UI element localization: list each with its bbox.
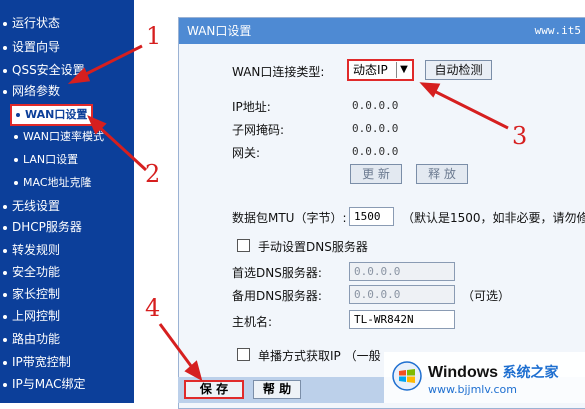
sidebar-item-wizard[interactable]: 设置向导 <box>0 37 60 57</box>
bullet-icon <box>14 158 18 162</box>
renew-button[interactable]: 更 新 <box>350 164 402 184</box>
bullet-icon <box>3 360 7 365</box>
sidebar-item-qss[interactable]: QSS安全设置 <box>0 60 85 80</box>
hostname-label: 主机名: <box>232 315 273 329</box>
conn-type-label: WAN口连接类型: <box>232 65 325 79</box>
annotation-number: 4 <box>145 294 161 322</box>
hostname-input[interactable]: TL-WR842N <box>349 310 455 329</box>
sidebar-item-lan[interactable]: LAN口设置 <box>0 150 78 170</box>
dns2-label: 备用DNS服务器: <box>232 289 322 303</box>
sidebar-item-label: 路由功能 <box>12 332 61 346</box>
sidebar-item-label: 设置向导 <box>12 40 61 54</box>
bullet-icon <box>3 45 7 50</box>
watermark-title: Windows 系统之家 <box>428 362 559 382</box>
auto-detect-button[interactable]: 自动检测 <box>425 60 492 80</box>
sidebar-item-label: 转发规则 <box>12 243 61 257</box>
dns1-label: 首选DNS服务器: <box>232 266 322 280</box>
sidebar-item-label: 无线设置 <box>12 199 61 213</box>
sidebar-item-label: 运行状态 <box>12 16 61 30</box>
bullet-icon <box>16 113 20 117</box>
manual-dns-checkbox[interactable] <box>237 239 250 252</box>
bullet-icon <box>3 68 7 73</box>
sidebar-item-label: MAC地址克隆 <box>23 176 92 189</box>
bullet-icon <box>3 382 7 387</box>
conn-type-value: 动态IP <box>353 63 388 77</box>
help-button[interactable]: 帮 助 <box>253 380 301 399</box>
bullet-icon <box>3 270 7 275</box>
bullet-icon <box>3 314 7 319</box>
sidebar-item-forwarding[interactable]: 转发规则 <box>0 240 60 260</box>
dns2-input[interactable]: 0.0.0.0 <box>349 285 455 304</box>
watermark-title-text: Windows <box>428 364 499 381</box>
panel-header: WAN口设置 www.it5 <box>179 18 585 44</box>
mtu-hint: （默认是1500，如非必要，请勿修 <box>402 211 585 225</box>
bullet-icon <box>14 135 18 139</box>
annotation-number: 2 <box>145 160 161 188</box>
windows-logo-icon <box>392 361 422 391</box>
bullet-icon <box>3 89 7 94</box>
sidebar-item-parental[interactable]: 家长控制 <box>0 284 60 304</box>
ip-label: IP地址: <box>232 100 271 114</box>
sidebar-item-label: 家长控制 <box>12 287 61 301</box>
release-button[interactable]: 释 放 <box>416 164 468 184</box>
bullet-icon <box>3 21 7 26</box>
dns1-input[interactable]: 0.0.0.0 <box>349 262 455 281</box>
mtu-label: 数据包MTU（字节）: <box>232 211 347 225</box>
watermark-url: www.bjjmlv.com <box>428 383 517 396</box>
bullet-icon <box>3 292 7 297</box>
sidebar-item-wan-rate[interactable]: WAN口速率模式 <box>0 127 104 147</box>
sidebar-item-label: IP与MAC绑定 <box>12 377 86 391</box>
sidebar-item-ip-mac-binding[interactable]: IP与MAC绑定 <box>0 374 86 394</box>
sidebar-item-wan[interactable]: WAN口设置 <box>10 104 94 126</box>
save-button[interactable]: 保 存 <box>184 380 244 399</box>
annotation-number: 1 <box>146 22 162 50</box>
mask-value: 0.0.0.0 <box>352 122 399 135</box>
sidebar-item-routing[interactable]: 路由功能 <box>0 329 60 349</box>
gateway-value: 0.0.0.0 <box>352 145 399 158</box>
ip-value: 0.0.0.0 <box>352 99 399 112</box>
bullet-icon <box>3 204 7 209</box>
watermark: Windows 系统之家 www.bjjmlv.com <box>384 352 585 403</box>
bullet-icon <box>3 248 7 253</box>
sidebar-item-label: WAN口速率模式 <box>23 130 105 143</box>
sidebar-item-label: LAN口设置 <box>23 153 79 166</box>
unicast-label: 单播方式获取IP （一般 <box>258 349 381 363</box>
sidebar-item-label: QSS安全设置 <box>12 63 85 77</box>
sidebar-item-mac-clone[interactable]: MAC地址克隆 <box>0 173 92 193</box>
sidebar-item-label: 上网控制 <box>12 309 61 323</box>
bullet-icon <box>14 181 18 185</box>
chevron-down-icon: ▼ <box>396 62 411 78</box>
sidebar-item-access-control[interactable]: 上网控制 <box>0 306 60 326</box>
panel-url: www.it5 <box>534 24 581 37</box>
annotation-number: 3 <box>512 122 528 150</box>
sidebar-item-status[interactable]: 运行状态 <box>0 13 60 33</box>
sidebar-item-wireless[interactable]: 无线设置 <box>0 196 60 216</box>
conn-type-select[interactable]: 动态IP ▼ <box>347 59 414 81</box>
sidebar-item-network[interactable]: 网络参数 <box>0 81 60 101</box>
dns2-optional: （可选） <box>462 289 511 303</box>
sidebar: 运行状态 设置向导 QSS安全设置 网络参数 WAN口设置 WAN口速率模式 L… <box>0 0 134 403</box>
watermark-subtitle: 系统之家 <box>502 364 559 380</box>
unicast-checkbox[interactable] <box>237 348 250 361</box>
sidebar-item-bandwidth[interactable]: IP带宽控制 <box>0 352 71 372</box>
manual-dns-label: 手动设置DNS服务器 <box>258 240 368 254</box>
bullet-icon <box>3 225 7 230</box>
sidebar-item-label: 安全功能 <box>12 265 61 279</box>
sidebar-item-security[interactable]: 安全功能 <box>0 262 60 282</box>
sidebar-item-label: WAN口设置 <box>25 108 88 121</box>
panel-title: WAN口设置 <box>187 24 252 38</box>
mask-label: 子网掩码: <box>232 123 285 137</box>
sidebar-item-label: IP带宽控制 <box>12 355 71 369</box>
sidebar-item-label: DHCP服务器 <box>12 220 82 234</box>
sidebar-item-label: 网络参数 <box>12 84 61 98</box>
bullet-icon <box>3 337 7 342</box>
mtu-input[interactable]: 1500 <box>349 207 394 226</box>
sidebar-item-dhcp[interactable]: DHCP服务器 <box>0 217 82 237</box>
gateway-label: 网关: <box>232 146 261 160</box>
